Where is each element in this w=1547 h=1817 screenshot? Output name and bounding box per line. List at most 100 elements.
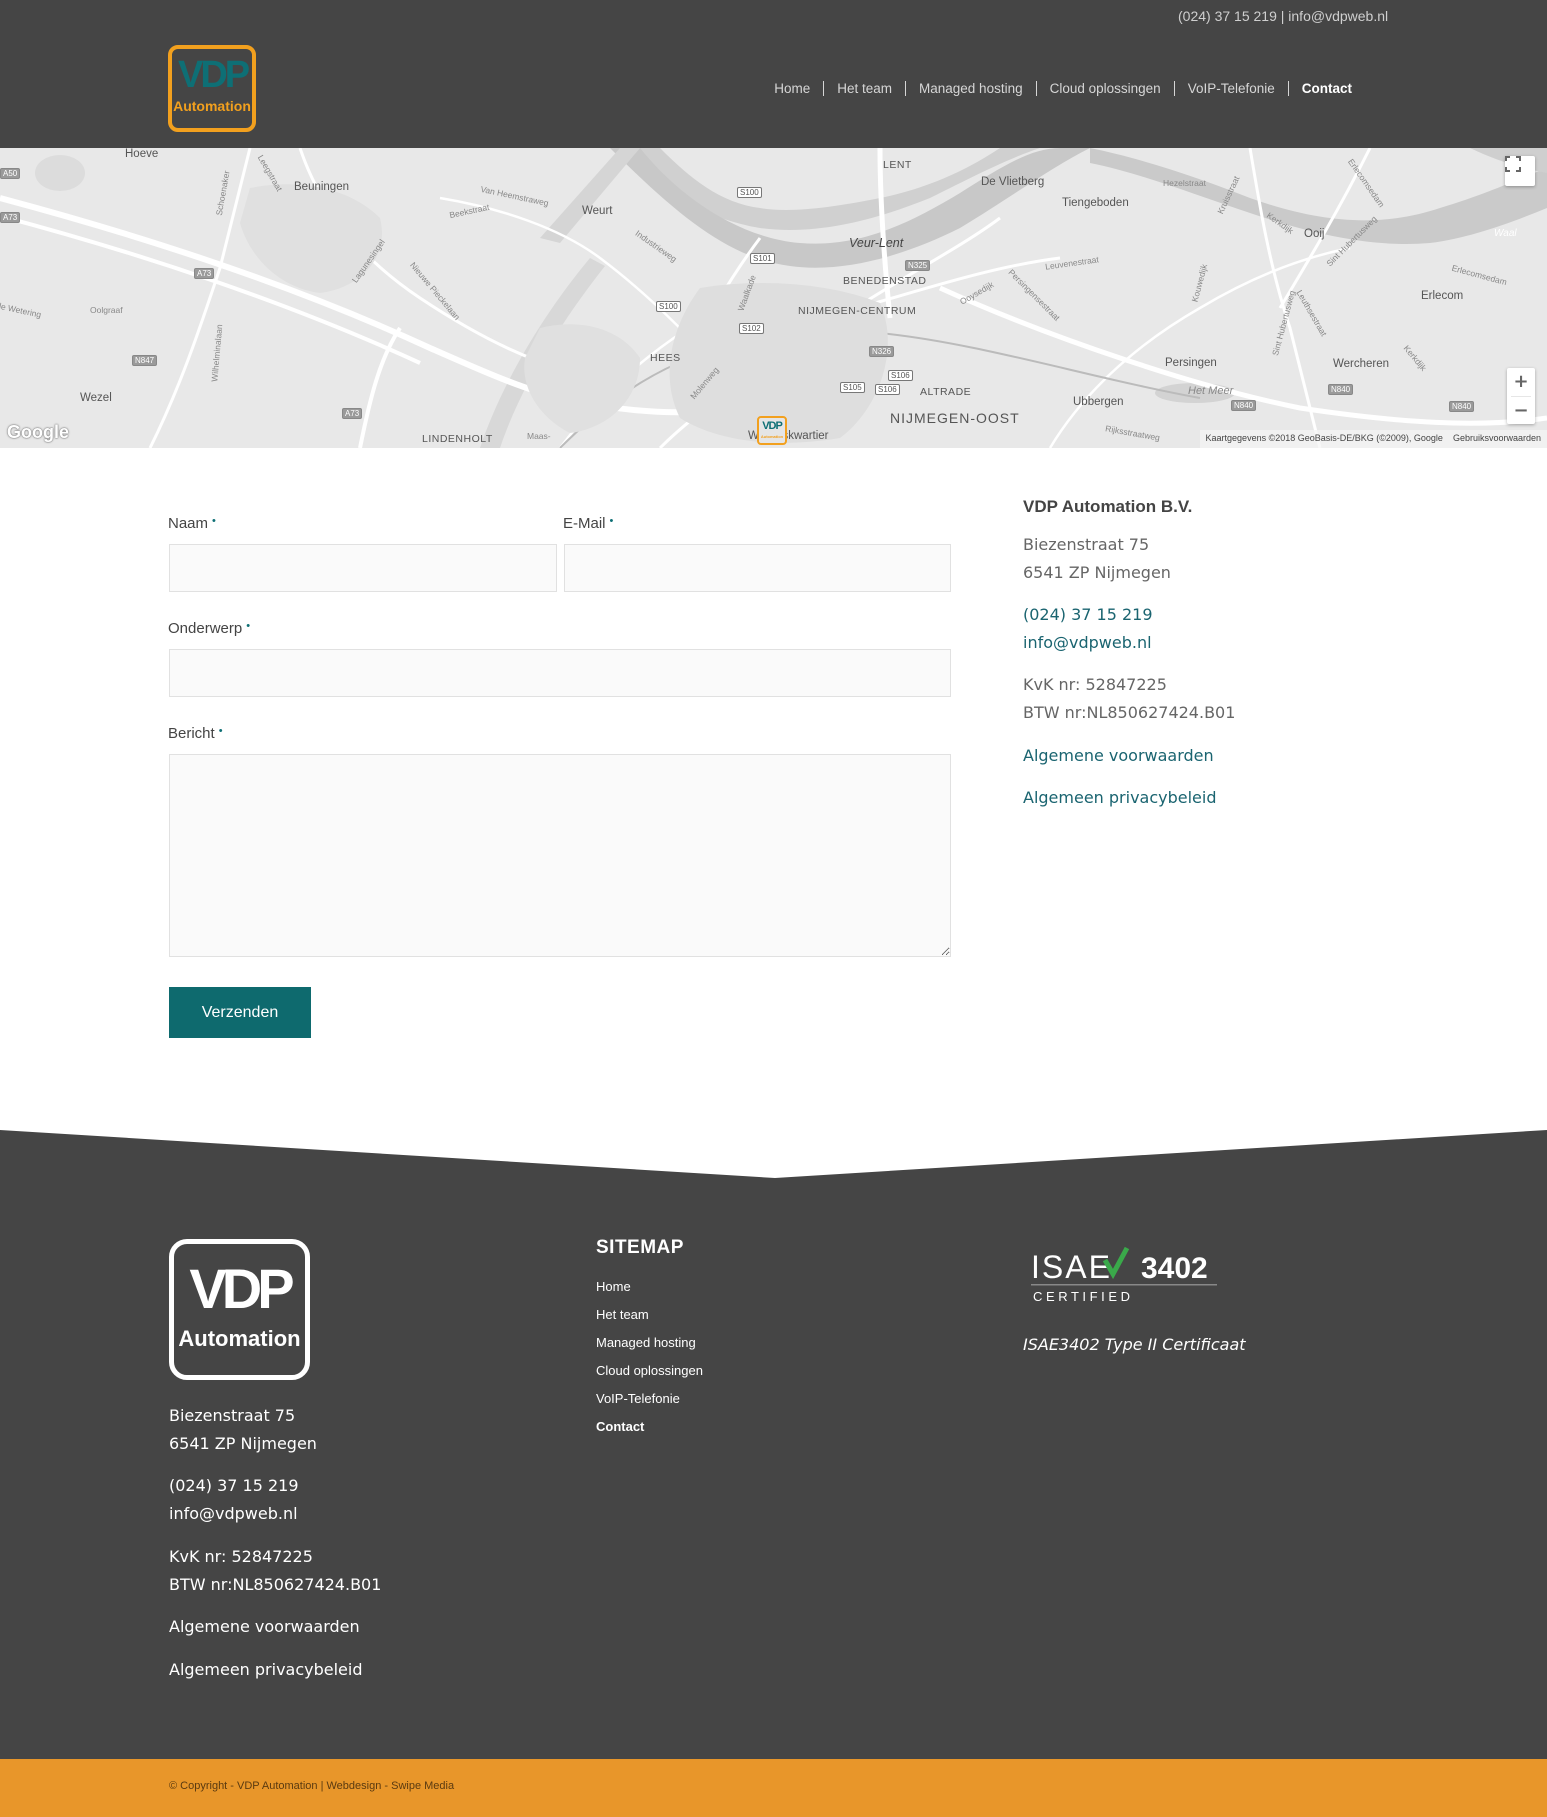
- map-label-ooij: Ooij: [1304, 228, 1325, 240]
- fullscreen-icon: [1505, 156, 1521, 172]
- contact-privacy-link[interactable]: Algemeen privacybeleid: [1023, 784, 1217, 812]
- site-header: (024) 37 15 219 | info@vdpweb.nl VDP Aut…: [0, 0, 1547, 148]
- nav-voip-telefonie[interactable]: VoIP-Telefonie: [1173, 81, 1288, 96]
- contact-terms-link[interactable]: Algemene voorwaarden: [1023, 742, 1214, 770]
- name-required-mark: •: [212, 515, 216, 527]
- zoom-out-button[interactable]: −: [1511, 396, 1531, 424]
- copyright-text[interactable]: © Copyright - VDP Automation | Webdesign…: [169, 1780, 454, 1792]
- subject-label-text: Onderwerp: [168, 620, 243, 637]
- isae-caption: ISAE3402 Type II Certificaat: [1023, 1335, 1246, 1354]
- footer-city: 6541 ZP Nijmegen: [169, 1434, 317, 1453]
- map-label-lent: LENT: [883, 159, 912, 171]
- map-shield-n847: N847: [132, 355, 158, 366]
- sitemap-voip-telefonie[interactable]: VoIP-Telefonie: [596, 1385, 703, 1413]
- map-label-beuningen: Beuningen: [294, 181, 349, 193]
- message-required-mark: •: [218, 725, 223, 737]
- map-shield-s105: S105: [840, 382, 865, 393]
- name-label: Naam •: [168, 515, 216, 532]
- google-map[interactable]: Hoeve Beuningen Weurt LENT De Vlietberg …: [0, 148, 1547, 448]
- contact-kvk: KvK nr: 52847225: [1023, 675, 1167, 694]
- main-nav: Home Het team Managed hosting Cloud oplo…: [761, 81, 1365, 96]
- submit-button[interactable]: Verzenden: [169, 987, 311, 1038]
- sitemap-list: Home Het team Managed hosting Cloud oplo…: [596, 1273, 703, 1441]
- contact-company: VDP Automation B.V.: [1023, 497, 1193, 516]
- footer-logo-mark: VDP: [189, 1257, 294, 1320]
- map-pin-mark: VDP: [762, 420, 783, 432]
- fullscreen-button[interactable]: [1505, 156, 1535, 186]
- sitemap-title: SITEMAP: [596, 1237, 684, 1258]
- topbar-email[interactable]: info@vdpweb.nl: [1288, 8, 1388, 24]
- nav-contact[interactable]: Contact: [1287, 81, 1365, 96]
- map-label-wercheren: Wercheren: [1333, 358, 1390, 370]
- isae-left-text: ISAE: [1031, 1249, 1112, 1285]
- isae-right-text: 3402: [1141, 1252, 1208, 1285]
- sitemap-het-team[interactable]: Het team: [596, 1301, 703, 1329]
- nav-managed-hosting[interactable]: Managed hosting: [905, 81, 1036, 96]
- map-shield-s101: S101: [750, 253, 775, 264]
- map-shield-a73-2: A73: [194, 268, 215, 279]
- name-input[interactable]: [169, 544, 557, 592]
- map-canvas: [0, 148, 1547, 448]
- map-label-de-vlietberg: De Vlietberg: [981, 176, 1045, 188]
- sitemap-home[interactable]: Home: [596, 1273, 703, 1301]
- isae-divider: [1031, 1284, 1217, 1286]
- map-terms-link[interactable]: Gebruiksvoorwaarden: [1453, 433, 1541, 443]
- nav-home[interactable]: Home: [761, 81, 823, 96]
- footer-logo[interactable]: VDP Automation: [169, 1239, 310, 1380]
- nav-het-team[interactable]: Het team: [823, 81, 905, 96]
- message-label: Bericht •: [168, 725, 223, 742]
- nav-cloud-oplossingen[interactable]: Cloud oplossingen: [1035, 81, 1174, 96]
- zoom-control: + −: [1507, 368, 1535, 424]
- contact-email[interactable]: info@vdpweb.nl: [1023, 629, 1152, 657]
- map-label-altrade: ALTRADE: [920, 386, 972, 398]
- map-label-erlecom: Erlecom: [1421, 290, 1464, 302]
- footer-privacy-link[interactable]: Algemeen privacybeleid: [169, 1656, 363, 1684]
- map-label-waal: Waal: [1494, 228, 1517, 239]
- map-label-nijmegen-oost: NIJMEGEN-OOST: [890, 410, 1020, 426]
- message-textarea[interactable]: [169, 754, 951, 957]
- map-shield-n325: N325: [905, 260, 931, 271]
- subject-required-mark: •: [246, 620, 251, 632]
- map-label-benedenstad: BENEDENSTAD: [843, 275, 927, 287]
- footer-logo-sub: Automation: [178, 1326, 301, 1351]
- site-logo[interactable]: VDP Automation: [168, 45, 256, 132]
- map-shield-s106-2: S106: [875, 384, 900, 395]
- email-input[interactable]: [564, 544, 951, 592]
- map-label-hees: HEES: [650, 352, 681, 364]
- sitemap-cloud-oplossingen[interactable]: Cloud oplossingen: [596, 1357, 703, 1385]
- contact-street: Biezenstraat 75: [1023, 535, 1150, 554]
- footer-phone[interactable]: (024) 37 15 219: [169, 1472, 299, 1500]
- map-shield-a73-1: A73: [0, 212, 21, 223]
- map-road-oolgraaf: Oolgraaf: [90, 305, 123, 315]
- footer-email[interactable]: info@vdpweb.nl: [169, 1500, 298, 1528]
- footer-kvk: KvK nr: 52847225: [169, 1547, 313, 1566]
- isae-certified-text: C E R T I F I E D: [1033, 1289, 1130, 1304]
- map-label-wezel: Wezel: [80, 392, 112, 404]
- topbar-phone[interactable]: (024) 37 15 219: [1178, 8, 1277, 24]
- map-location-marker[interactable]: VDP Automation: [757, 416, 787, 445]
- google-logo[interactable]: Google: [7, 422, 69, 443]
- map-shield-a50: A50: [0, 168, 21, 179]
- footer-btw: BTW nr:NL850627424.B01: [169, 1575, 382, 1594]
- map-shield-s100-1: S100: [737, 187, 762, 198]
- map-road-maas-waalkanaal: Maas-: [527, 431, 551, 441]
- map-label-het-meer: Het Meer: [1188, 385, 1234, 397]
- topbar-separator: |: [1280, 8, 1285, 24]
- contact-phone[interactable]: (024) 37 15 219: [1023, 601, 1153, 629]
- map-label-lindenholt: LINDENHOLT: [422, 433, 493, 445]
- sitemap-contact[interactable]: Contact: [596, 1413, 703, 1441]
- sitemap-managed-hosting[interactable]: Managed hosting: [596, 1329, 703, 1357]
- footer-terms-link[interactable]: Algemene voorwaarden: [169, 1613, 360, 1641]
- topbar: (024) 37 15 219 | info@vdpweb.nl: [1178, 8, 1388, 24]
- map-shield-s100-2: S100: [656, 301, 681, 312]
- map-label-ubbergen: Ubbergen: [1073, 396, 1124, 408]
- subject-label: Onderwerp •: [168, 620, 250, 637]
- zoom-in-button[interactable]: +: [1513, 368, 1528, 396]
- subject-input[interactable]: [169, 649, 951, 697]
- map-shield-s102: S102: [739, 323, 764, 334]
- map-shield-a73-3: A73: [342, 408, 363, 419]
- map-label-hoeve: Hoeve: [125, 148, 159, 160]
- map-shield-n326: N326: [869, 346, 895, 357]
- contact-city: 6541 ZP Nijmegen: [1023, 563, 1171, 582]
- map-shield-n840-2: N840: [1328, 384, 1354, 395]
